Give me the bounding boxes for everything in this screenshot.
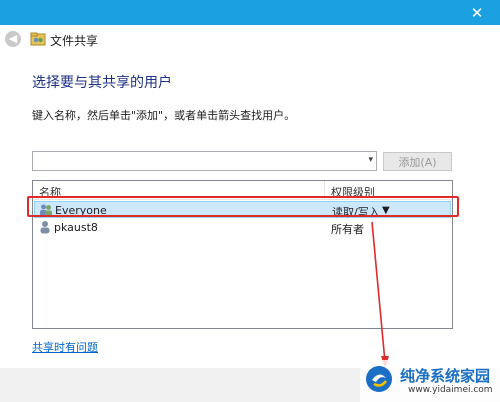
close-icon[interactable]: ✕	[471, 4, 484, 22]
back-button[interactable]: ◀	[5, 31, 21, 47]
window-header: ◀ 文件共享	[0, 25, 500, 55]
watermark-logo-icon	[366, 366, 392, 392]
row-user-name: pkaust8	[54, 221, 98, 234]
red-highlight-box	[27, 196, 459, 217]
watermark-url: www.yidaimei.com	[408, 385, 493, 395]
row-permission: 所有者	[331, 223, 364, 236]
window-title: 文件共享	[50, 34, 99, 48]
back-arrow-icon[interactable]: ◀	[9, 32, 17, 45]
title-bar: ✕	[0, 0, 500, 25]
chevron-down-icon[interactable]: ▾	[368, 155, 373, 165]
instruction-text: 键入名称，然后单击"添加"，或者单击箭头查找用户。	[32, 109, 296, 122]
share-folder-icon	[30, 32, 46, 46]
add-button[interactable]: 添加(A)	[383, 152, 452, 171]
list-row-pkaust8[interactable]: pkaust8 所有者	[34, 219, 451, 236]
help-link[interactable]: 共享时有问题	[32, 339, 98, 355]
user-name-combobox[interactable]: ▾	[32, 151, 377, 171]
page-heading: 选择要与其共享的用户	[32, 75, 172, 91]
close-button[interactable]: ✕	[454, 0, 500, 25]
user-icon	[40, 221, 50, 234]
watermark-title: 纯净系统家园	[400, 367, 491, 385]
watermark: 纯净系统家园 www.yidaimei.com	[360, 360, 500, 402]
